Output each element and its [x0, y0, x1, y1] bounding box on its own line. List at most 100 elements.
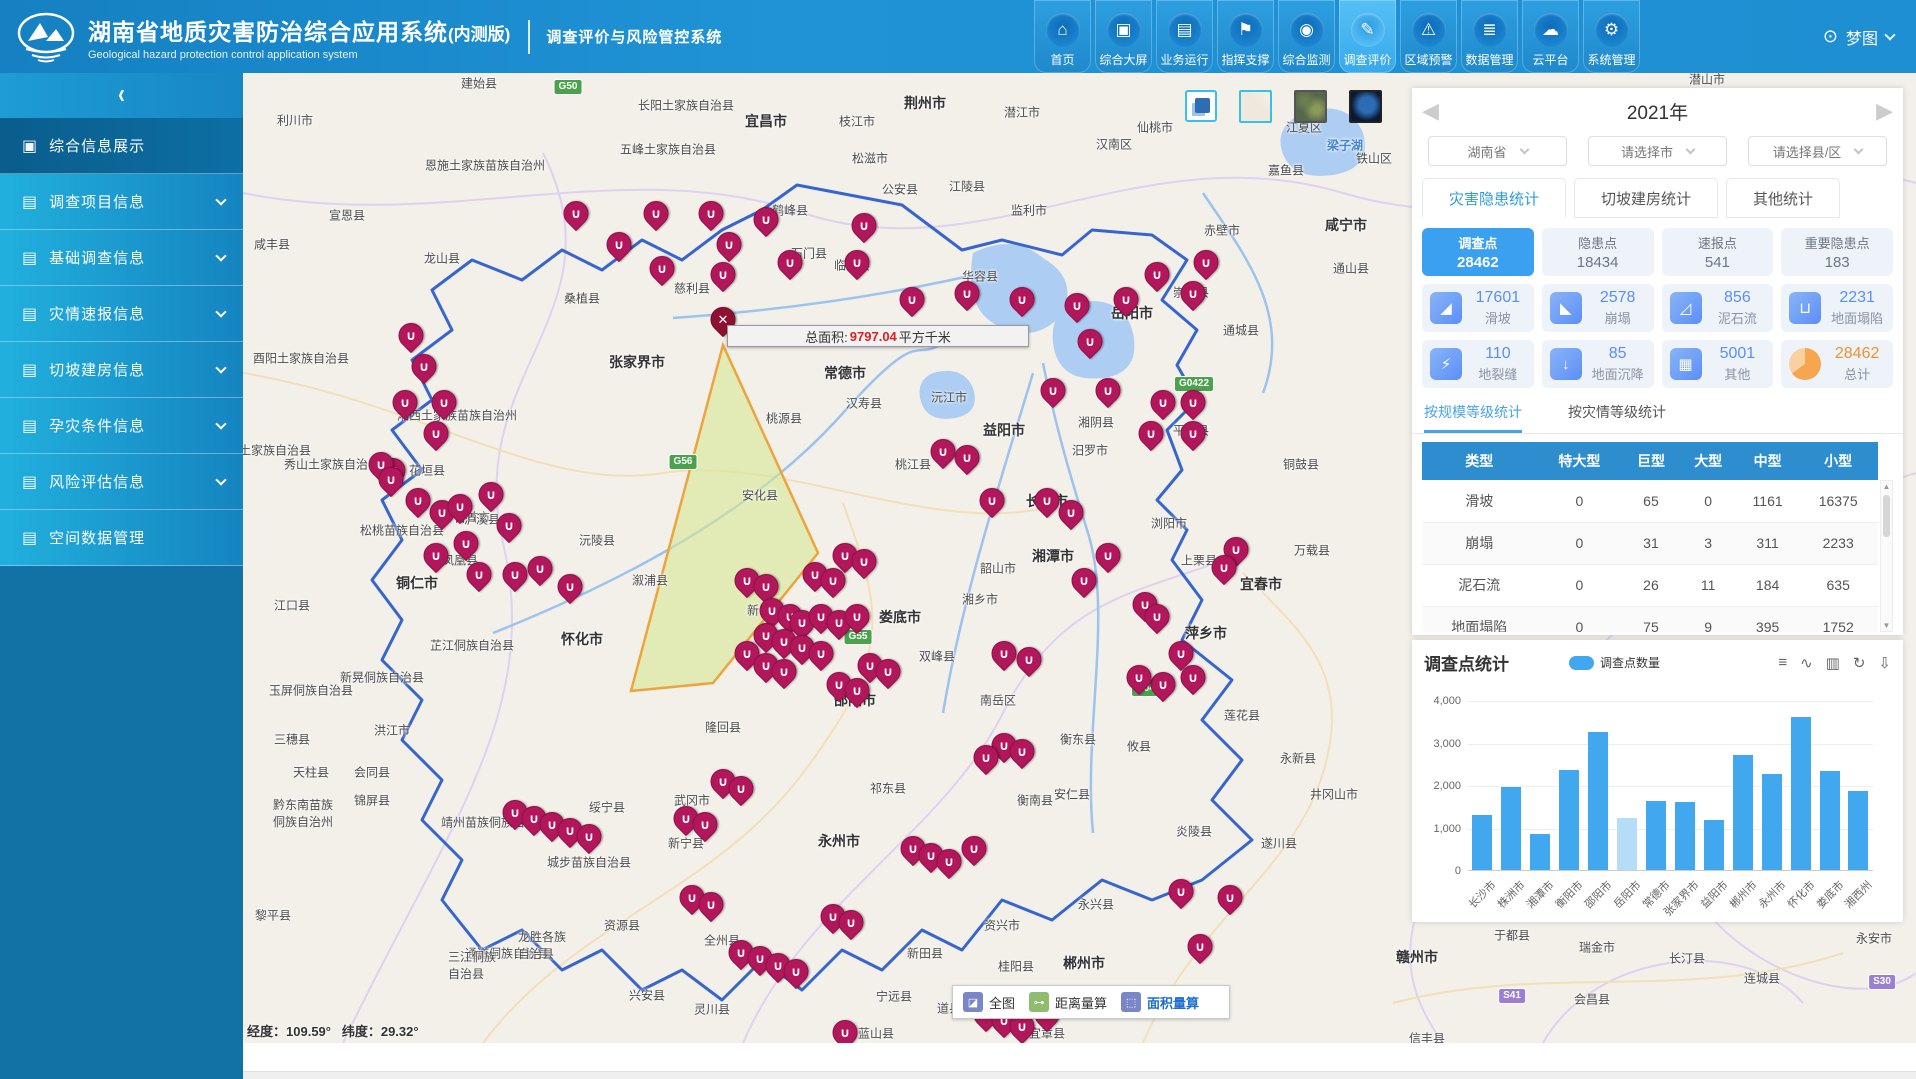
scroll-thumb[interactable]: [1883, 495, 1890, 537]
sidebar-item-孕灾条件信息[interactable]: ▤孕灾条件信息: [0, 398, 243, 454]
globe-basemap-thumb[interactable]: [1349, 90, 1382, 123]
grade-table: 类型特大型巨型大型中型小型 滑坡0650116116375崩塌031331122…: [1422, 442, 1878, 632]
map-label-永州市: 永州市: [818, 831, 860, 851]
region-select-1[interactable]: 请选择市: [1588, 136, 1727, 166]
prev-year-button[interactable]: ◀: [1422, 100, 1439, 122]
stat-tabs: 灾害隐患统计切坡建房统计其他统计: [1422, 178, 1893, 218]
nav-item-综合大屏[interactable]: ▣综合大屏: [1095, 0, 1152, 73]
nav-item-数据管理[interactable]: ≣数据管理: [1461, 0, 1518, 73]
nav-item-区域预警[interactable]: ⚠区域预警: [1400, 0, 1457, 73]
chart-tool-2[interactable]: ▥: [1826, 654, 1840, 672]
map-tool-全图[interactable]: ◪全图: [963, 992, 1015, 1012]
chart-tool-3[interactable]: ↻: [1853, 654, 1866, 672]
stat-card-value: 183: [1825, 254, 1850, 271]
map-label-铜鼓县: 铜鼓县: [1283, 456, 1319, 473]
bar-常德市[interactable]: [1646, 801, 1666, 870]
subtab-按规模等级统计[interactable]: 按规模等级统计: [1424, 402, 1522, 433]
nav-label: 综合大屏: [1099, 51, 1147, 68]
bar-湘潭市[interactable]: [1530, 834, 1550, 870]
tab-灾害隐患统计[interactable]: 灾害隐患统计: [1422, 178, 1566, 218]
nav-item-业务运行[interactable]: ▤业务运行: [1156, 0, 1213, 73]
type-card-滑坡[interactable]: ◢17601滑坡: [1422, 284, 1534, 332]
longitude-value: 109.59°: [286, 1024, 331, 1039]
stat-card-重要隐患点[interactable]: 重要隐患点183: [1781, 228, 1893, 276]
tab-其他统计[interactable]: 其他统计: [1726, 178, 1840, 218]
app-subtitle-en: Geological hazard protection control app…: [88, 49, 510, 61]
type-card-label: 其他: [1724, 364, 1750, 383]
地面塌陷-icon: ⊔: [1789, 292, 1821, 324]
bar-娄底市[interactable]: [1820, 771, 1840, 870]
table-scrollbar[interactable]: ▲ ▼: [1880, 480, 1893, 632]
sidebar-item-空间数据管理[interactable]: ▤空间数据管理: [0, 510, 243, 566]
type-card-地面沉降[interactable]: ↓85地面沉降: [1542, 340, 1654, 388]
bar-永州市[interactable]: [1762, 774, 1782, 870]
type-card-地面塌陷[interactable]: ⊔2231地面塌陷: [1781, 284, 1893, 332]
nav-item-指挥支撑[interactable]: ⚑指挥支撑: [1217, 0, 1274, 73]
stat-card-隐患点[interactable]: 隐患点18434: [1542, 228, 1654, 276]
sidebar: ‹ ▣综合信息展示▤调查项目信息▤基础调查信息▤灾情速报信息▤切坡建房信息▤孕灾…: [0, 73, 243, 1079]
table-header-小型: 小型: [1798, 442, 1878, 480]
bar-怀化市[interactable]: [1791, 717, 1811, 870]
nav-item-云平台[interactable]: ☁云平台: [1522, 0, 1579, 73]
x-label-衡阳市: 衡阳市: [1559, 875, 1579, 915]
nav-item-系统管理[interactable]: ⚙系统管理: [1583, 0, 1640, 73]
map-label-益阳市: 益阳市: [983, 420, 1025, 440]
chart-tool-1[interactable]: ∿: [1800, 654, 1813, 672]
map-label-黎平县: 黎平县: [255, 907, 291, 924]
sidebar-item-综合信息展示[interactable]: ▣综合信息展示: [0, 118, 243, 174]
street-basemap-thumb[interactable]: [1239, 90, 1272, 123]
stat-card-调查点[interactable]: 调查点28462: [1422, 228, 1534, 276]
map-label-井冈山市: 井冈山市: [1310, 786, 1358, 803]
scroll-up-icon[interactable]: ▲: [1881, 482, 1892, 491]
nav-item-调查评价[interactable]: ✎调查评价: [1339, 0, 1396, 73]
tab-切坡建房统计[interactable]: 切坡建房统计: [1574, 178, 1718, 218]
bar-益阳市[interactable]: [1704, 820, 1724, 870]
sidebar-item-icon: ▤: [22, 192, 37, 212]
eye-icon[interactable]: ⊙: [1823, 26, 1838, 47]
nav-icon-首页: ⌂: [1046, 13, 1080, 47]
map-label-洪江市: 洪江市: [374, 722, 410, 739]
bar-邵阳市[interactable]: [1588, 732, 1608, 870]
sidebar-collapse-button[interactable]: ‹: [0, 73, 243, 118]
map-label-桃源县: 桃源县: [766, 410, 802, 427]
next-year-button[interactable]: ▶: [1876, 100, 1893, 122]
stat-card-速报点[interactable]: 速报点541: [1662, 228, 1774, 276]
chart-legend[interactable]: 调查点数量: [1569, 654, 1660, 671]
chart-tool-4[interactable]: ⇩: [1878, 654, 1891, 672]
type-card-泥石流[interactable]: ◿856泥石流: [1662, 284, 1774, 332]
bar-郴州市[interactable]: [1733, 755, 1753, 870]
satellite-basemap-thumb[interactable]: [1294, 90, 1327, 123]
map-tool-距离量算[interactable]: ⊶距离量算: [1029, 992, 1107, 1012]
map-label-会同县: 会同县: [354, 764, 390, 781]
type-card-地裂缝[interactable]: ⚡110地裂缝: [1422, 340, 1534, 388]
nav-item-综合监测[interactable]: ◉综合监测: [1278, 0, 1335, 73]
chevron-down-icon[interactable]: [1884, 29, 1895, 40]
map-tool-面积量算[interactable]: ⬚面积量算: [1121, 992, 1199, 1012]
sidebar-item-切坡建房信息[interactable]: ▤切坡建房信息: [0, 342, 243, 398]
type-card-其他[interactable]: ▦5001其他: [1662, 340, 1774, 388]
region-select-0[interactable]: 湖南省: [1428, 136, 1567, 166]
sidebar-item-调查项目信息[interactable]: ▤调查项目信息: [0, 174, 243, 230]
bar-岳阳市[interactable]: [1617, 818, 1637, 870]
bar-衡阳市[interactable]: [1559, 770, 1579, 870]
subtab-按灾情等级统计[interactable]: 按灾情等级统计: [1568, 402, 1666, 433]
chart-tool-0[interactable]: ≡: [1778, 654, 1787, 672]
user-name[interactable]: 梦图: [1846, 25, 1878, 49]
sidebar-item-灾情速报信息[interactable]: ▤灾情速报信息: [0, 286, 243, 342]
sidebar-item-风险评估信息[interactable]: ▤风险评估信息: [0, 454, 243, 510]
type-card-总计[interactable]: ◔28462总计: [1781, 340, 1893, 388]
bar-长沙市[interactable]: [1472, 815, 1492, 870]
scroll-down-icon[interactable]: ▼: [1881, 621, 1892, 630]
bar-株洲市[interactable]: [1501, 787, 1521, 870]
map-label-绥宁县: 绥宁县: [589, 799, 625, 816]
type-card-崩塌[interactable]: ◣2578崩塌: [1542, 284, 1654, 332]
x-label-岳阳市: 岳阳市: [1617, 875, 1637, 915]
map-label-宜春市: 宜春市: [1240, 574, 1282, 594]
sidebar-item-基础调查信息[interactable]: ▤基础调查信息: [0, 230, 243, 286]
type-card-label: 崩塌: [1605, 308, 1631, 327]
bar-湘西州[interactable]: [1848, 791, 1868, 870]
region-select-2[interactable]: 请选择县/区: [1748, 136, 1887, 166]
bar-张家界市[interactable]: [1675, 802, 1695, 870]
layers-button[interactable]: [1185, 90, 1217, 122]
nav-item-首页[interactable]: ⌂首页: [1034, 0, 1091, 73]
